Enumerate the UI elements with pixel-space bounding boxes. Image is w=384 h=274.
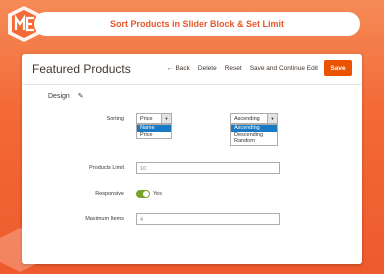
sorting-field-option-price[interactable]: Price xyxy=(137,132,171,139)
sorting-order-dropdown: Ascending Descending Random xyxy=(230,124,278,146)
sorting-order-option-random[interactable]: Random xyxy=(231,138,277,145)
products-limit-input[interactable]: 10 xyxy=(136,162,280,174)
panel-header: Featured Products ← Back Delete Reset Sav… xyxy=(22,54,362,85)
chevron-down-icon: ▼ xyxy=(161,114,171,123)
sorting-label: Sorting xyxy=(106,116,124,122)
sorting-field-value: Price xyxy=(140,116,153,122)
responsive-label: Responsive xyxy=(95,191,124,197)
decorative-logo-watermark xyxy=(0,228,40,272)
sorting-field-select[interactable]: Price ▼ xyxy=(136,113,172,124)
products-limit-label: Products Limit xyxy=(89,165,124,171)
arrow-left-icon: ← xyxy=(166,65,174,72)
back-label: Back xyxy=(175,65,190,72)
banner-title: Sort Products in Slider Block & Set Limi… xyxy=(34,12,360,36)
maximum-items-input[interactable]: 4 xyxy=(136,213,280,225)
sorting-order-value: Ascending xyxy=(234,116,260,122)
banner-title-text: Sort Products in Slider Block & Set Limi… xyxy=(109,19,285,29)
maximum-items-value: 4 xyxy=(140,217,144,223)
pencil-icon[interactable]: ✎ xyxy=(78,93,84,100)
save-button[interactable]: Save xyxy=(324,60,352,76)
save-continue-button[interactable]: Save and Continue Edit xyxy=(250,65,318,72)
section-title: Design xyxy=(48,93,70,100)
back-button[interactable]: ← Back xyxy=(166,65,189,72)
responsive-value: Yes xyxy=(153,191,162,197)
sorting-field-dropdown: Name Price xyxy=(136,124,172,139)
toggle-knob xyxy=(143,191,149,197)
sorting-order-select[interactable]: Ascending ▼ xyxy=(230,113,278,124)
responsive-toggle[interactable] xyxy=(136,190,150,198)
header-actions: ← Back Delete Reset Save and Continue Edi… xyxy=(166,65,318,72)
page-title: Featured Products xyxy=(32,62,131,76)
admin-panel: Featured Products ← Back Delete Reset Sav… xyxy=(22,54,362,264)
design-section-header[interactable]: Design ✎ xyxy=(48,92,84,100)
delete-button[interactable]: Delete xyxy=(198,65,217,72)
maximum-items-label: Maximum Items xyxy=(85,216,124,222)
products-limit-value: 10 xyxy=(140,166,147,172)
reset-button[interactable]: Reset xyxy=(225,65,242,72)
chevron-down-icon: ▼ xyxy=(267,114,277,123)
